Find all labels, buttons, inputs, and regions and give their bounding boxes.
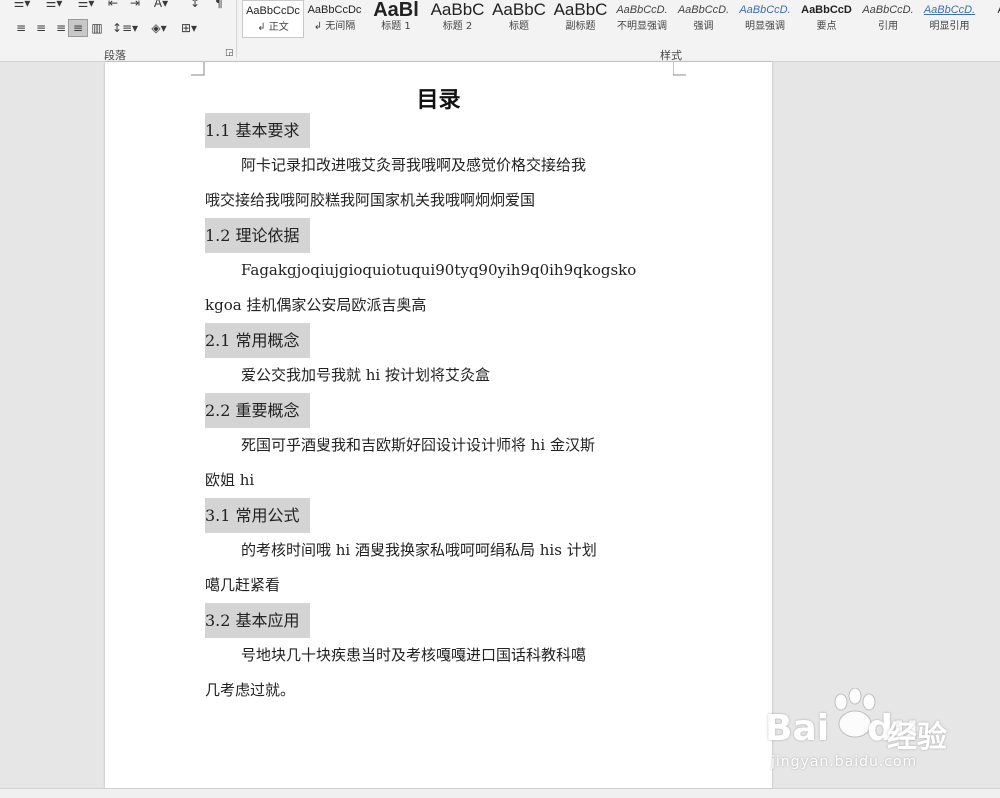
style-label: 明显引用	[929, 21, 970, 32]
line-spacing-button[interactable]: ↕≡▾	[112, 19, 138, 37]
baidu-jingyan-watermark: Bai du 经验 jingyan.baidu.com	[765, 688, 965, 778]
margin-corner-mark	[191, 62, 205, 76]
styles-group-label: 样式	[660, 49, 682, 62]
style-item[interactable]: AaBbC 标题 2	[427, 0, 489, 38]
style-preview: AaBl	[373, 0, 419, 20]
style-label: 要点	[816, 21, 837, 32]
section-heading: 1.2 理论依据	[205, 218, 310, 253]
style-preview: AaBbCcDc	[307, 4, 362, 16]
sort-button[interactable]: ↕	[186, 0, 204, 12]
style-item[interactable]: AaBbCcD. 强调	[673, 0, 735, 38]
align-left-button[interactable]: ≡	[12, 19, 30, 37]
style-item[interactable]: AaBbCcD. 明显引用	[919, 0, 981, 38]
margin-corner-mark	[673, 62, 686, 76]
style-preview: AaBbC	[430, 0, 485, 19]
section-heading: 2.2 重要概念	[205, 393, 310, 428]
distributed-button[interactable]: ▥	[88, 19, 106, 37]
paragraph-line: 阿卡记录扣改进哦艾灸哥我哦啊及感觉价格交接给我	[205, 148, 675, 183]
style-item[interactable]: AaBb不明	[980, 0, 1000, 38]
style-preview: AaBbC	[553, 0, 608, 19]
paragraph-text: 欧姐 hi	[205, 471, 255, 489]
document-page[interactable]: 目录 1.1 基本要求阿卡记录扣改进哦艾灸哥我哦啊及感觉价格交接给我哦交接给我哦…	[105, 62, 772, 788]
styles-gallery: AaBbCcDc ↲ 正文 AaBbCcDc ↲ 无间隔 AaBl 标题 1 AaBbC 标题…	[242, 0, 1000, 40]
paragraph-text: 阿卡记录扣改进哦艾灸哥我哦啊及感觉价格交接给我	[241, 156, 587, 174]
show-marks-button[interactable]: ¶	[210, 0, 228, 12]
style-item[interactable]: AaBbCcD. 明显强调	[734, 0, 796, 38]
style-item[interactable]: AaBbCcD. 不明显强调	[611, 0, 673, 38]
borders-button[interactable]: ⊞▾	[176, 19, 202, 37]
multilevel-list-button[interactable]: ☰▾	[74, 0, 98, 12]
style-label: ↲ 无间隔	[313, 21, 356, 32]
paragraph-line: 几考虑过就。	[205, 673, 675, 708]
paragraph-dialog-launcher-icon[interactable]: ◲	[225, 48, 234, 58]
style-preview: AaBbCcDc	[246, 5, 300, 17]
paragraph-line: 死国可乎酒叟我和吉欧斯好囧设计设计师将 hi 金汉斯	[205, 428, 675, 463]
paragraph-text: Fagakgjoqiujgioquiotuqui90tyq90yih9q0ih9…	[241, 261, 637, 279]
paragraph-line: 号地块几十块疾患当时及考核嘎嘎进口国话科教科噶	[205, 638, 675, 673]
style-item[interactable]: AaBbC 副标题	[550, 0, 612, 38]
style-label: 强调	[693, 21, 714, 32]
style-preview: AaBbCcD.	[616, 4, 668, 16]
paragraph-text: 的考核时间哦 hi 酒叟我换家私哦呵呵绢私局 his 计划	[241, 541, 597, 559]
paragraph-text: 爱公交我加号我就 hi 按计划将艾灸盒	[241, 366, 490, 384]
decrease-indent-button[interactable]: ⇤	[104, 0, 122, 12]
style-label: 引用	[878, 21, 898, 32]
paragraph-line: 哦交接给我哦阿胶糕我阿国家机关我哦啊炯炯爱国	[205, 183, 675, 218]
style-label: 标题 1	[381, 21, 411, 32]
style-preview: AaBbCcD.	[739, 4, 791, 16]
section-heading: 1.1 基本要求	[205, 113, 310, 148]
style-label: ↲ 正文	[257, 22, 289, 33]
style-item[interactable]: AaBbC 标题	[488, 0, 550, 38]
style-item[interactable]: AaBbCcDc ↲ 无间隔	[304, 0, 366, 38]
paragraph-group-label: 段落	[104, 49, 126, 62]
justify-button[interactable]: ≡	[68, 19, 88, 37]
paragraph-line: kgoa 挂机偶家公安局欧派吉奥高	[205, 288, 675, 323]
align-center-button[interactable]: ≡	[32, 19, 50, 37]
paragraph-line: 欧姐 hi	[205, 463, 675, 498]
section-heading: 2.1 常用概念	[205, 323, 310, 358]
paragraph-line: 噶几赶紧看	[205, 568, 675, 603]
section-heading: 3.1 常用公式	[205, 498, 310, 533]
style-preview: AaBb	[980, 0, 1000, 20]
increase-indent-button[interactable]: ⇥	[126, 0, 144, 12]
paragraph-text: 死国可乎酒叟我和吉欧斯好囧设计设计师将 hi 金汉斯	[241, 436, 595, 454]
style-preview: AaBbC	[492, 0, 546, 19]
ribbon: ☰▾ ☰▾ ☰▾ ⇤ ⇥ A▾ ↕ ¶ ≡ ≡ ≡ ≡ ▥ ↕≡▾ ◈▾ ⊞▾ …	[0, 0, 1000, 62]
shading-button[interactable]: ◈▾	[146, 19, 172, 37]
chinese-layout-button[interactable]: A▾	[150, 0, 172, 12]
watermark-cn: 经验	[887, 720, 947, 755]
style-preview: AaBbCcD	[801, 4, 852, 16]
paragraph-line: 爱公交我加号我就 hi 按计划将艾灸盒	[205, 358, 675, 393]
style-label: 标题 2	[442, 21, 473, 32]
style-preview: AaBbCcD.	[923, 4, 976, 16]
paragraph-text: 哦交接给我哦阿胶糕我阿国家机关我哦啊炯炯爱国	[205, 191, 536, 209]
paragraph-text: 号地块几十块疾患当时及考核嘎嘎进口国话科教科噶	[241, 646, 587, 664]
style-item[interactable]: AaBbCcD. 引用	[857, 0, 919, 38]
bullets-button[interactable]: ☰▾	[10, 0, 34, 12]
document-title: 目录	[416, 87, 461, 113]
style-item[interactable]: AaBbCcD 要点	[796, 0, 858, 38]
style-label: 副标题	[565, 21, 596, 32]
style-label: 不明显强调	[617, 21, 667, 32]
section-heading: 3.2 基本应用	[205, 603, 310, 638]
paragraph-text: 噶几赶紧看	[205, 576, 281, 594]
paragraph-line: Fagakgjoqiujgioquiotuqui90tyq90yih9q0ih9…	[205, 253, 675, 288]
paragraph-text: 几考虑过就。	[205, 681, 296, 699]
paragraph-line: 的考核时间哦 hi 酒叟我换家私哦呵呵绢私局 his 计划	[205, 533, 675, 568]
style-label: 明显强调	[745, 21, 785, 32]
style-preview: AaBbCcD.	[677, 4, 730, 16]
style-item[interactable]: AaBbCcDc ↲ 正文	[242, 0, 304, 38]
watermark-url: jingyan.baidu.com	[771, 754, 918, 770]
paragraph-text: kgoa 挂机偶家公安局欧派吉奥高	[205, 296, 427, 314]
style-item[interactable]: AaBl 标题 1	[365, 0, 427, 38]
style-label: 不明	[980, 20, 1000, 34]
style-preview: AaBbCcD.	[862, 4, 914, 16]
style-label: 标题	[509, 21, 529, 32]
numbering-button[interactable]: ☰▾	[42, 0, 66, 12]
group-divider	[236, 0, 237, 58]
